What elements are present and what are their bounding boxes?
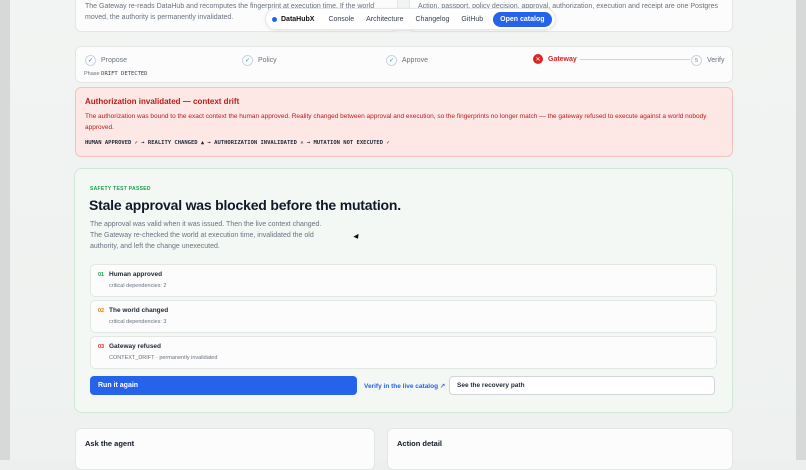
result-desc-line: The approval was valid when it was issue… [90, 221, 322, 228]
phase-label: Phase [84, 71, 100, 77]
window-edge-right [796, 0, 806, 460]
x-icon: ✕ [533, 54, 543, 64]
step-policy: ✓ Policy [242, 55, 277, 66]
open-catalog-button[interactable]: Open catalog [493, 11, 552, 27]
step-gateway: ✕ Gateway [533, 54, 577, 64]
action-detail-title: Action detail [397, 439, 443, 448]
drift-alert: Authorization invalidated — context drif… [75, 87, 733, 157]
run-again-button[interactable]: Run it again [90, 376, 357, 395]
step-verify: 5 Verify [691, 55, 725, 66]
stepper-track [580, 59, 690, 60]
nav-link-github[interactable]: GitHub [461, 16, 483, 23]
window-edge-left [0, 0, 10, 460]
nav-link-console[interactable]: Console [328, 16, 354, 23]
row-number: 01 [98, 272, 105, 278]
ask-agent-title: Ask the agent [85, 439, 135, 448]
check-icon: ✓ [242, 55, 253, 66]
check-icon: ✓ [386, 55, 397, 66]
ask-agent-panel [75, 428, 375, 470]
step-label: Policy [258, 57, 277, 64]
top-nav: DataHubX Console Architecture Changelog … [265, 8, 556, 30]
verify-catalog-link[interactable]: Verify in the live catalog ↗ [364, 376, 445, 395]
brand-name: DataHubX [281, 15, 315, 23]
phase-row: Phase DRIFT DETECTED [84, 71, 148, 77]
phase-value: DRIFT DETECTED [101, 71, 148, 77]
row-number: 02 [98, 308, 105, 314]
brand-dot-icon [272, 16, 277, 22]
result-desc-line: authority, and left the change unexecute… [90, 243, 220, 250]
result-title: Stale approval was blocked before the mu… [89, 197, 401, 213]
brand[interactable]: DataHubX [272, 16, 314, 23]
step-propose: ✓ Propose [85, 55, 127, 66]
timeline-row-human-approved: 01 Human approved critical dependencies:… [90, 264, 717, 297]
step-label: Propose [101, 57, 128, 64]
recovery-path-button[interactable]: See the recovery path [449, 376, 715, 395]
row-title: Human approved [109, 271, 163, 278]
row-title: The world changed [109, 307, 169, 314]
nav-link-architecture[interactable]: Architecture [366, 16, 403, 23]
row-subtitle: CONTEXT_DRIFT · permanently invalidated [109, 355, 218, 361]
step-approve: ✓ Approve [386, 55, 428, 66]
step-label: Verify [707, 57, 725, 64]
row-number: 03 [98, 344, 105, 350]
row-subtitle: critical dependencies: 3 [109, 319, 167, 325]
timeline-row-gateway-refused: 03 Gateway refused CONTEXT_DRIFT · perma… [90, 336, 717, 369]
step-label: Approve [402, 57, 429, 64]
timeline-row-world-changed: 02 The world changed critical dependenci… [90, 300, 717, 333]
row-subtitle: critical dependencies: 2 [109, 283, 167, 289]
result-eyebrow: SAFETY TEST PASSED [90, 186, 151, 192]
nav-link-changelog[interactable]: Changelog [416, 16, 450, 23]
result-description: The approval was valid when it was issue… [90, 219, 380, 252]
row-title: Gateway refused [109, 343, 162, 350]
alert-body: The authorization was bound to the exact… [85, 113, 707, 131]
alert-title: Authorization invalidated — context drif… [85, 97, 240, 106]
result-desc-line: The Gateway re-checked the world at exec… [90, 232, 314, 239]
step-number: 5 [691, 55, 702, 66]
alert-chain: HUMAN APPROVED ✓ → REALITY CHANGED ▲ → A… [85, 140, 390, 146]
check-icon: ✓ [85, 55, 96, 66]
action-detail-panel [387, 428, 733, 470]
step-label: Gateway [548, 55, 577, 63]
